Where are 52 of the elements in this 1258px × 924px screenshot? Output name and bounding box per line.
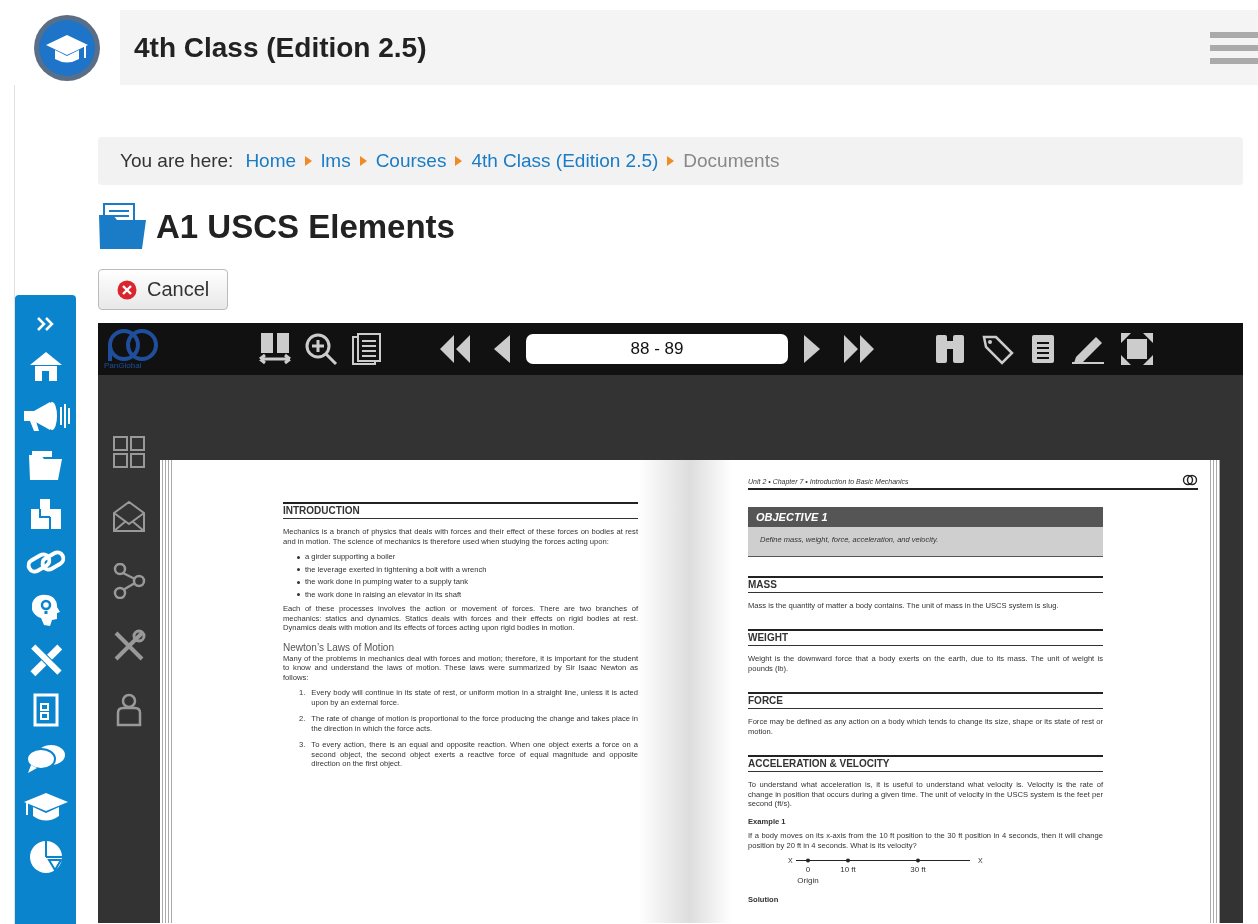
tick-label: 30 ft xyxy=(910,865,926,874)
bullet-icon xyxy=(297,593,300,597)
breadcrumb-current: Documents xyxy=(683,150,780,172)
cancel-button[interactable]: Cancel xyxy=(98,269,229,310)
tick-label: 0 xyxy=(805,865,811,874)
chevron-icon xyxy=(455,156,463,166)
section-heading: INTRODUCTION xyxy=(283,502,638,519)
section-heading: WEIGHT xyxy=(748,629,1103,646)
megaphone-icon[interactable] xyxy=(21,399,70,433)
tags-icon[interactable] xyxy=(980,333,1016,365)
fullscreen-icon[interactable] xyxy=(1120,332,1154,366)
share-icon[interactable] xyxy=(112,563,146,599)
thumbnails-icon[interactable] xyxy=(112,435,146,469)
pages-icon[interactable] xyxy=(350,332,384,366)
tick-label: 10 ft xyxy=(840,865,856,874)
blocks-icon[interactable] xyxy=(28,497,63,531)
zoom-in-icon[interactable] xyxy=(304,332,338,366)
origin-label: Origin xyxy=(797,876,819,885)
breadcrumb-link[interactable]: 4th Class (Edition 2.5) xyxy=(471,150,659,172)
section-heading: ACCELERATION & VELOCITY xyxy=(748,755,1103,772)
section-heading: MASS xyxy=(748,575,1103,593)
graduation-cap-logo-icon xyxy=(32,12,102,83)
chevron-icon xyxy=(305,156,313,166)
documents-folder-icon xyxy=(98,203,148,251)
section-heading: FORCE xyxy=(748,692,1103,709)
notes-icon[interactable] xyxy=(1030,333,1056,365)
breadcrumb-link[interactable]: Home xyxy=(245,150,297,172)
folder-icon[interactable] xyxy=(27,449,64,481)
graduation-cap-icon[interactable] xyxy=(22,791,69,823)
bullet-icon xyxy=(297,555,300,559)
checklist-icon[interactable] xyxy=(31,693,60,727)
book-icon[interactable] xyxy=(258,331,292,367)
user-icon[interactable] xyxy=(114,693,144,727)
bullet-icon xyxy=(297,568,300,572)
pie-chart-icon[interactable] xyxy=(27,839,64,875)
objective-title: OBJECTIVE 1 xyxy=(748,507,1103,527)
page-number-field[interactable]: 88 - 89 xyxy=(526,334,788,364)
breadcrumb-label: You are here: xyxy=(120,150,234,172)
page-title: A1 USCS Elements xyxy=(156,208,455,246)
tools-icon[interactable] xyxy=(112,629,146,663)
subheading: Newton’s Laws of Motion xyxy=(283,641,395,654)
cancel-icon xyxy=(117,279,137,300)
small-logo-icon xyxy=(1182,474,1198,486)
course-title: 4th Class (Edition 2.5) xyxy=(134,31,427,64)
envelope-icon[interactable] xyxy=(112,499,146,533)
question-head-icon[interactable] xyxy=(31,593,60,627)
bullet-icon xyxy=(297,580,300,584)
logo-text: PanGlobal xyxy=(104,362,142,370)
chevron-icon xyxy=(667,156,675,166)
breadcrumb-link[interactable]: Courses xyxy=(375,150,447,172)
chevron-icon xyxy=(359,156,367,166)
breadcrumb-link[interactable]: lms xyxy=(321,150,351,172)
